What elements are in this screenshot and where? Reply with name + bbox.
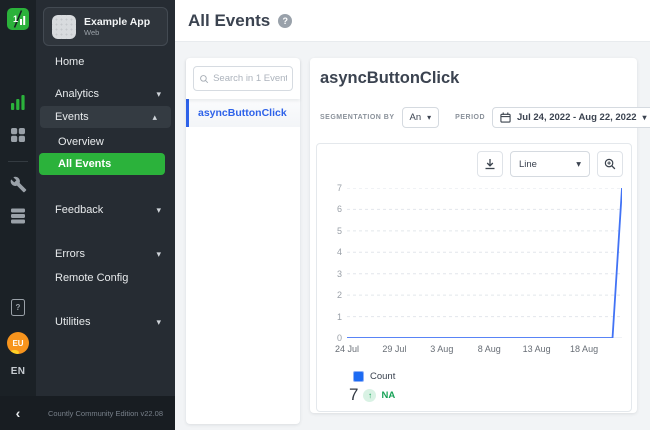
- question-doc-icon: ?: [11, 299, 25, 316]
- user-avatar[interactable]: EU: [0, 332, 36, 354]
- legend-label: Count: [370, 371, 395, 382]
- sidebar-item-events-overview[interactable]: Overview: [36, 132, 175, 152]
- app-type: Web: [84, 28, 150, 37]
- version-text: Countly Community Edition v22.08: [36, 409, 175, 418]
- app-icon: [52, 15, 76, 39]
- app-name: Example App: [84, 16, 150, 28]
- chevron-down-icon: ▾: [643, 113, 647, 122]
- collapse-sidebar-button[interactable]: ‹: [0, 405, 36, 421]
- chart-toolbar: Line ▾: [477, 151, 623, 177]
- chevron-down-icon: ▾: [156, 317, 161, 328]
- icon-rail: 1 ? EU EN: [0, 0, 36, 430]
- sidebar-item-utilities[interactable]: Utilities ▾: [36, 312, 175, 332]
- period-date-picker[interactable]: Jul 24, 2022 - Aug 22, 2022 ▾: [492, 107, 650, 128]
- x-axis-labels: 24 Jul29 Jul3 Aug8 Aug13 Aug18 Aug: [347, 344, 622, 357]
- rail-divider: [8, 161, 28, 162]
- period-value: Jul 24, 2022 - Aug 22, 2022: [517, 112, 637, 123]
- sidebar-item-errors[interactable]: Errors ▾: [36, 244, 175, 264]
- line-chart-plot[interactable]: 01234567: [347, 188, 622, 338]
- chevron-up-icon: ▴: [152, 112, 157, 123]
- download-chart-button[interactable]: [477, 151, 503, 177]
- event-list-item-selected[interactable]: asyncButtonClick: [186, 99, 300, 127]
- sidebar-item-label: Utilities: [55, 316, 90, 328]
- event-list-panel: asyncButtonClick: [186, 58, 300, 424]
- management-wrench-icon[interactable]: [0, 176, 36, 193]
- segmentation-select[interactable]: An ▾: [402, 107, 440, 128]
- app-selector[interactable]: Example App Web: [43, 7, 168, 46]
- legend-swatch-blue: [353, 371, 364, 382]
- search-input[interactable]: [213, 73, 287, 84]
- sidebar-item-feedback[interactable]: Feedback ▾: [36, 200, 175, 220]
- zoom-chart-button[interactable]: [597, 151, 623, 177]
- total-count: 7: [349, 385, 358, 405]
- help-center-icon[interactable]: ?: [0, 299, 36, 316]
- event-search: [193, 66, 293, 91]
- controls-row: SEGMENTATION BY An ▾ PERIOD Jul 24, 2022…: [320, 107, 635, 128]
- sidebar-item-label: Overview: [58, 136, 104, 148]
- chevron-down-icon: ▾: [156, 249, 161, 260]
- svg-text:1: 1: [13, 14, 18, 24]
- data-manager-stack-icon[interactable]: [0, 207, 36, 225]
- y-axis-labels: 01234567: [320, 188, 342, 338]
- language-selector[interactable]: EN: [0, 366, 36, 377]
- segmentation-value: An: [410, 112, 422, 123]
- chart-type-select[interactable]: Line ▾: [510, 151, 590, 177]
- chevron-down-icon: ▾: [156, 89, 161, 100]
- sidebar-item-remote-config[interactable]: Remote Config: [36, 268, 175, 288]
- apps-grid-icon[interactable]: [0, 127, 36, 143]
- line-chart-svg: [347, 188, 622, 338]
- sidebar-item-home[interactable]: Home: [36, 52, 175, 72]
- chart-type-value: Line: [519, 159, 537, 170]
- magnifier-plus-icon: [604, 158, 616, 170]
- chevron-down-icon: ▾: [576, 159, 581, 170]
- calendar-icon: [500, 112, 511, 123]
- sidebar-footer: ‹ Countly Community Edition v22.08: [0, 396, 175, 430]
- event-search-wrap: [186, 58, 300, 99]
- sidebar-item-label: All Events: [58, 158, 111, 170]
- analytics-bars-icon[interactable]: [0, 94, 36, 110]
- sidebar-item-label: Analytics: [55, 88, 99, 100]
- trend-change: NA: [381, 390, 395, 401]
- help-tooltip-icon[interactable]: ?: [278, 14, 292, 28]
- legend-count[interactable]: Count: [353, 371, 395, 382]
- sidebar-item-label: Home: [55, 56, 84, 68]
- sidebar-item-events[interactable]: Events ▴: [40, 106, 171, 128]
- sidebar-item-label: Remote Config: [55, 272, 128, 284]
- sidebar-item-all-events-active[interactable]: All Events: [39, 153, 165, 175]
- event-detail-panel: asyncButtonClick SEGMENTATION BY An ▾ PE…: [310, 58, 637, 413]
- period-label: PERIOD: [455, 114, 485, 121]
- sidebar-item-label: Errors: [55, 248, 85, 260]
- segmentation-label: SEGMENTATION BY: [320, 114, 395, 121]
- page-header: All Events ?: [175, 0, 650, 42]
- event-title: asyncButtonClick: [320, 69, 459, 88]
- download-icon: [484, 158, 496, 170]
- chevron-down-icon: ▾: [156, 205, 161, 216]
- chart-card: Line ▾ 01234567 24 Jul29 Jul3 Aug8 Aug13…: [316, 143, 632, 412]
- sidebar-item-analytics[interactable]: Analytics ▾: [36, 84, 175, 104]
- total-summary: 7 ↑ NA: [349, 385, 395, 405]
- sidebar: Example App Web Home Analytics ▾ Events …: [36, 0, 175, 430]
- search-icon: [199, 73, 209, 85]
- main-content: All Events ? asyncButtonClick asyncButto…: [175, 0, 650, 430]
- trend-up-icon: ↑: [363, 389, 376, 402]
- countly-logo-icon[interactable]: 1: [0, 8, 36, 30]
- sidebar-item-label: Events: [55, 111, 89, 123]
- sidebar-item-label: Feedback: [55, 204, 103, 216]
- chevron-down-icon: ▾: [427, 113, 431, 122]
- page-title: All Events: [188, 11, 270, 31]
